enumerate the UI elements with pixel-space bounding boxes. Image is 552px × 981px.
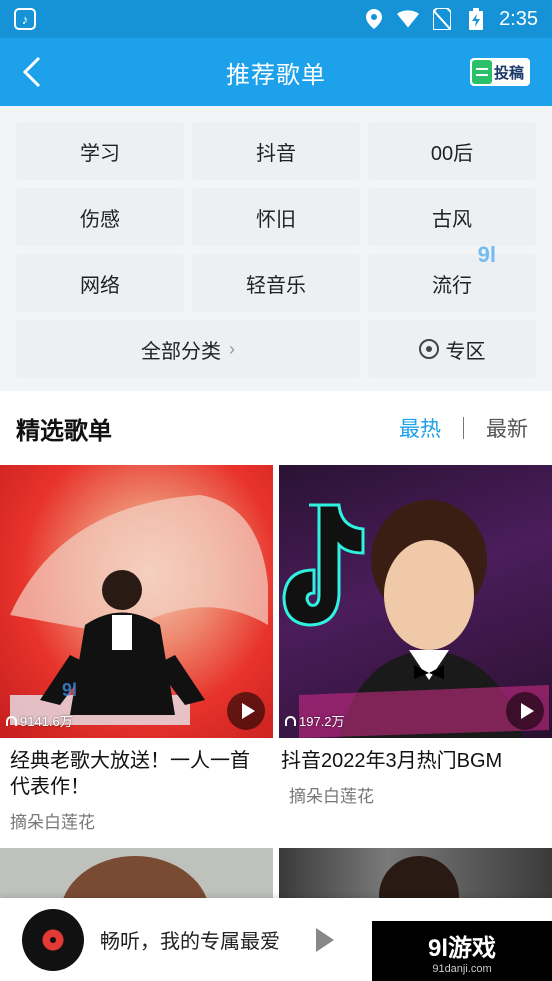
- category-douyin[interactable]: 抖音: [192, 122, 360, 180]
- status-time: 2:35: [499, 7, 538, 30]
- play-button[interactable]: [227, 692, 265, 730]
- play-count-value: 9141.6万: [20, 714, 73, 729]
- category-label: 网络: [80, 274, 120, 297]
- category-label: 轻音乐: [246, 274, 306, 297]
- watermark-domain: 91danji.com: [432, 962, 492, 975]
- target-icon: [418, 339, 439, 359]
- watermark-brand: 9l游戏: [427, 934, 496, 962]
- headphone-icon: [6, 715, 17, 726]
- music-note-icon: ♪: [14, 8, 36, 30]
- category-nostalgia[interactable]: 怀旧: [192, 188, 360, 246]
- submit-button[interactable]: 投稿: [469, 58, 530, 86]
- category-label: 伤感: [80, 208, 120, 231]
- no-sim-icon: [431, 8, 453, 30]
- category-study[interactable]: 学习: [16, 122, 184, 180]
- category-grid: 学习 抖音 00后 伤感 怀旧 古风 网络 轻音乐 流行 全部分类 › 专区: [0, 106, 552, 391]
- section-header: 精选歌单 最热 最新: [0, 391, 552, 465]
- page-title: 推荐歌单: [226, 61, 326, 89]
- category-pop[interactable]: 流行: [368, 254, 536, 312]
- player-play-button[interactable]: [316, 927, 334, 952]
- tab-newest[interactable]: 最新: [464, 413, 536, 443]
- category-network[interactable]: 网络: [16, 254, 184, 312]
- category-light-music[interactable]: 轻音乐: [192, 254, 360, 312]
- status-icons: 2:35: [363, 8, 538, 31]
- all-categories-button[interactable]: 全部分类 ›: [16, 320, 360, 378]
- chevron-right-icon: ›: [229, 338, 235, 359]
- headphone-icon: [285, 715, 296, 726]
- category-label: 怀旧: [256, 208, 296, 231]
- playlist-card[interactable]: 197.2万 抖音2022年3月热门BGM 摘朵白莲花: [279, 465, 552, 807]
- playlist-card[interactable]: 9141.6万 经典老歌大放送！一人一首代表作！ 摘朵白莲花: [0, 465, 273, 833]
- chevron-left-icon: [22, 56, 41, 88]
- playlist-title: 抖音2022年3月热门BGM: [281, 750, 503, 772]
- watermark-logo: 9l: [477, 242, 496, 267]
- category-sad[interactable]: 伤感: [16, 188, 184, 246]
- play-count-value: 197.2万: [299, 714, 345, 729]
- status-bar: ♪ 2:35: [0, 0, 552, 38]
- tab-hottest[interactable]: 最热: [399, 413, 463, 443]
- section-title: 精选歌单: [16, 417, 112, 445]
- category-label: 00后: [430, 142, 474, 165]
- category-ancient[interactable]: 古风: [368, 188, 536, 246]
- player-title: 畅听，我的专属最爱: [100, 931, 280, 953]
- play-count: 197.2万: [285, 711, 345, 730]
- all-categories-label: 全部分类: [141, 340, 221, 363]
- play-button[interactable]: [506, 692, 544, 730]
- zone-label: 专区: [445, 340, 486, 363]
- mini-player[interactable]: 畅听，我的专属最爱 9l游戏 91danji.com: [0, 898, 552, 981]
- category-label: 学习: [80, 142, 120, 165]
- location-icon: [363, 8, 385, 30]
- submit-label: 投稿: [493, 64, 524, 82]
- play-icon: [241, 703, 255, 719]
- category-label: 古风: [432, 208, 472, 231]
- play-count: 9141.6万: [6, 711, 73, 730]
- zone-button[interactable]: 专区: [368, 320, 536, 378]
- sort-tabs: 最热 最新: [399, 413, 536, 443]
- category-label: 抖音: [256, 142, 296, 165]
- playlist-cover[interactable]: 197.2万: [279, 465, 552, 738]
- battery-charging-icon: [465, 8, 487, 30]
- wifi-icon: [397, 8, 420, 30]
- category-label: 流行: [432, 274, 472, 297]
- watermark-badge: 9l游戏 91danji.com: [372, 921, 552, 981]
- watermark-logo: 9l: [62, 680, 78, 700]
- document-icon: [471, 60, 492, 84]
- play-icon: [520, 703, 534, 719]
- playlist-title: 经典老歌大放送！一人一首代表作！: [10, 750, 250, 798]
- playlist-author: 摘朵白莲花: [289, 787, 374, 806]
- top-app-bar: 推荐歌单 投稿: [0, 38, 552, 106]
- vinyl-record-icon: [22, 908, 84, 971]
- playlist-author: 摘朵白莲花: [10, 813, 95, 832]
- category-00s[interactable]: 00后: [368, 122, 536, 180]
- back-button[interactable]: [12, 52, 52, 92]
- playlist-cover[interactable]: 9141.6万: [0, 465, 273, 738]
